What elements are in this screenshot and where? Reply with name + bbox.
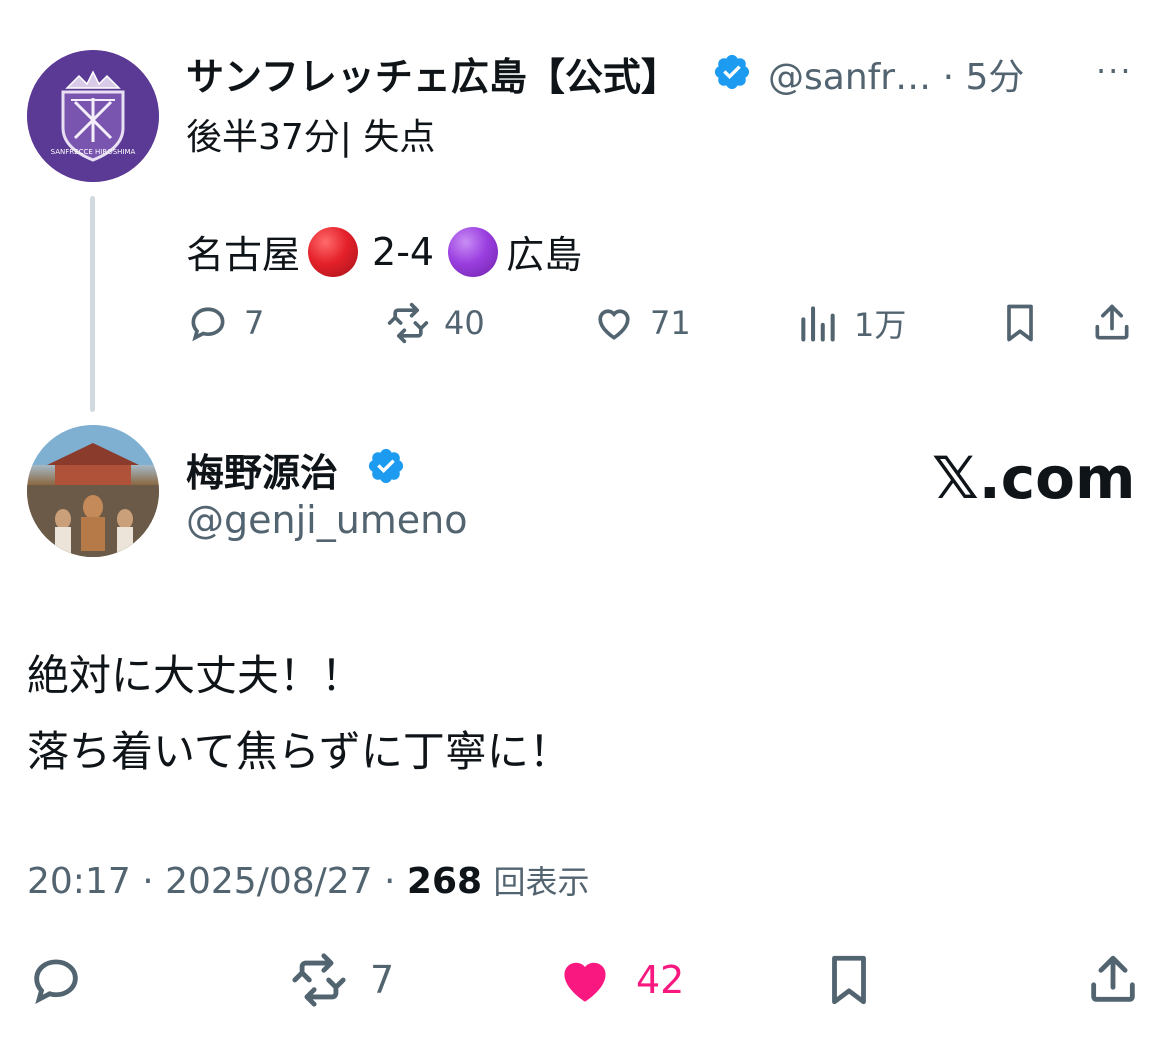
share-button[interactable] bbox=[1084, 950, 1142, 1010]
score: 2-4 bbox=[372, 229, 435, 274]
heart-icon bbox=[598, 309, 630, 340]
reply-icon bbox=[191, 307, 225, 342]
home-team: 名古屋 bbox=[186, 233, 301, 277]
quoted-reply-button[interactable]: 7 bbox=[186, 300, 264, 346]
quoted-score-line: 名古屋 2-4 広島 bbox=[186, 224, 582, 279]
quoted-retweet-button[interactable]: 40 bbox=[386, 300, 485, 346]
tweet-body-line2: 落ち着いて焦らずに丁寧に！ bbox=[27, 727, 571, 776]
quoted-display-name[interactable]: サンフレッチェ広島【公式】 bbox=[186, 46, 679, 101]
quoted-handle[interactable]: @sanfr… bbox=[768, 57, 931, 98]
quoted-retweet-count: 40 bbox=[444, 304, 485, 342]
view-label: 回表示 bbox=[493, 863, 590, 901]
verified-badge-icon bbox=[714, 54, 750, 90]
tweet-timestamp[interactable]: 20:17 · 2025/08/27 · bbox=[27, 861, 395, 902]
more-options-icon[interactable]: ··· bbox=[1096, 52, 1133, 90]
retweet-button[interactable]: 7 bbox=[290, 950, 394, 1010]
reply-icon bbox=[34, 959, 78, 1005]
view-count: 268 bbox=[406, 861, 483, 902]
main-handle[interactable]: @genji_umeno bbox=[186, 498, 468, 542]
purple-circle-icon bbox=[448, 226, 499, 277]
tweet-meta: 20:17 · 2025/08/27 · 268 回表示 bbox=[27, 857, 590, 903]
away-team: 広島 bbox=[506, 233, 583, 277]
reply-button[interactable] bbox=[27, 950, 85, 1010]
quoted-like-button[interactable]: 71 bbox=[592, 300, 691, 346]
retweet-count: 7 bbox=[370, 958, 395, 1002]
analytics-icon bbox=[801, 306, 835, 342]
share-icon bbox=[1095, 304, 1129, 340]
genji-avatar[interactable] bbox=[27, 425, 159, 557]
verified-badge-icon bbox=[368, 448, 404, 484]
main-display-name[interactable]: 梅野源治 bbox=[186, 442, 338, 497]
quoted-time: · 5分 bbox=[942, 57, 1025, 98]
crest-icon: SANFRECCE HIROSHIMA bbox=[27, 50, 159, 182]
quoted-handle-time[interactable]: @sanfr… · 5分 bbox=[768, 48, 1024, 100]
like-count: 42 bbox=[636, 958, 685, 1002]
share-icon bbox=[1091, 955, 1135, 1002]
thread-connector bbox=[90, 196, 95, 412]
quoted-reply-count: 7 bbox=[244, 304, 265, 342]
retweet-icon bbox=[292, 953, 346, 1007]
tweet-body-line1: 絶対に大丈夫！！ bbox=[27, 651, 364, 700]
quoted-bookmark-button[interactable] bbox=[998, 300, 1042, 346]
quoted-share-button[interactable] bbox=[1090, 300, 1134, 346]
like-button[interactable]: 42 bbox=[556, 950, 684, 1010]
bookmark-button[interactable] bbox=[820, 950, 878, 1010]
x-com-logo: 𝕏.com bbox=[932, 444, 1136, 512]
bookmark-icon bbox=[832, 955, 866, 1005]
quoted-view-count: 1万 bbox=[854, 306, 907, 344]
bookmark-icon bbox=[1007, 304, 1033, 342]
red-circle-icon bbox=[308, 226, 359, 277]
svg-text:SANFRECCE HIROSHIMA: SANFRECCE HIROSHIMA bbox=[51, 148, 136, 156]
quoted-views-button[interactable]: 1万 bbox=[796, 300, 906, 346]
heart-filled-icon bbox=[564, 962, 606, 1002]
profile-photo-icon bbox=[27, 425, 159, 557]
sanfrecce-avatar[interactable]: SANFRECCE HIROSHIMA bbox=[27, 50, 159, 182]
retweet-icon bbox=[387, 302, 429, 344]
quoted-text-line1: 後半37分| 失点 bbox=[186, 117, 436, 158]
quoted-like-count: 71 bbox=[650, 304, 691, 342]
